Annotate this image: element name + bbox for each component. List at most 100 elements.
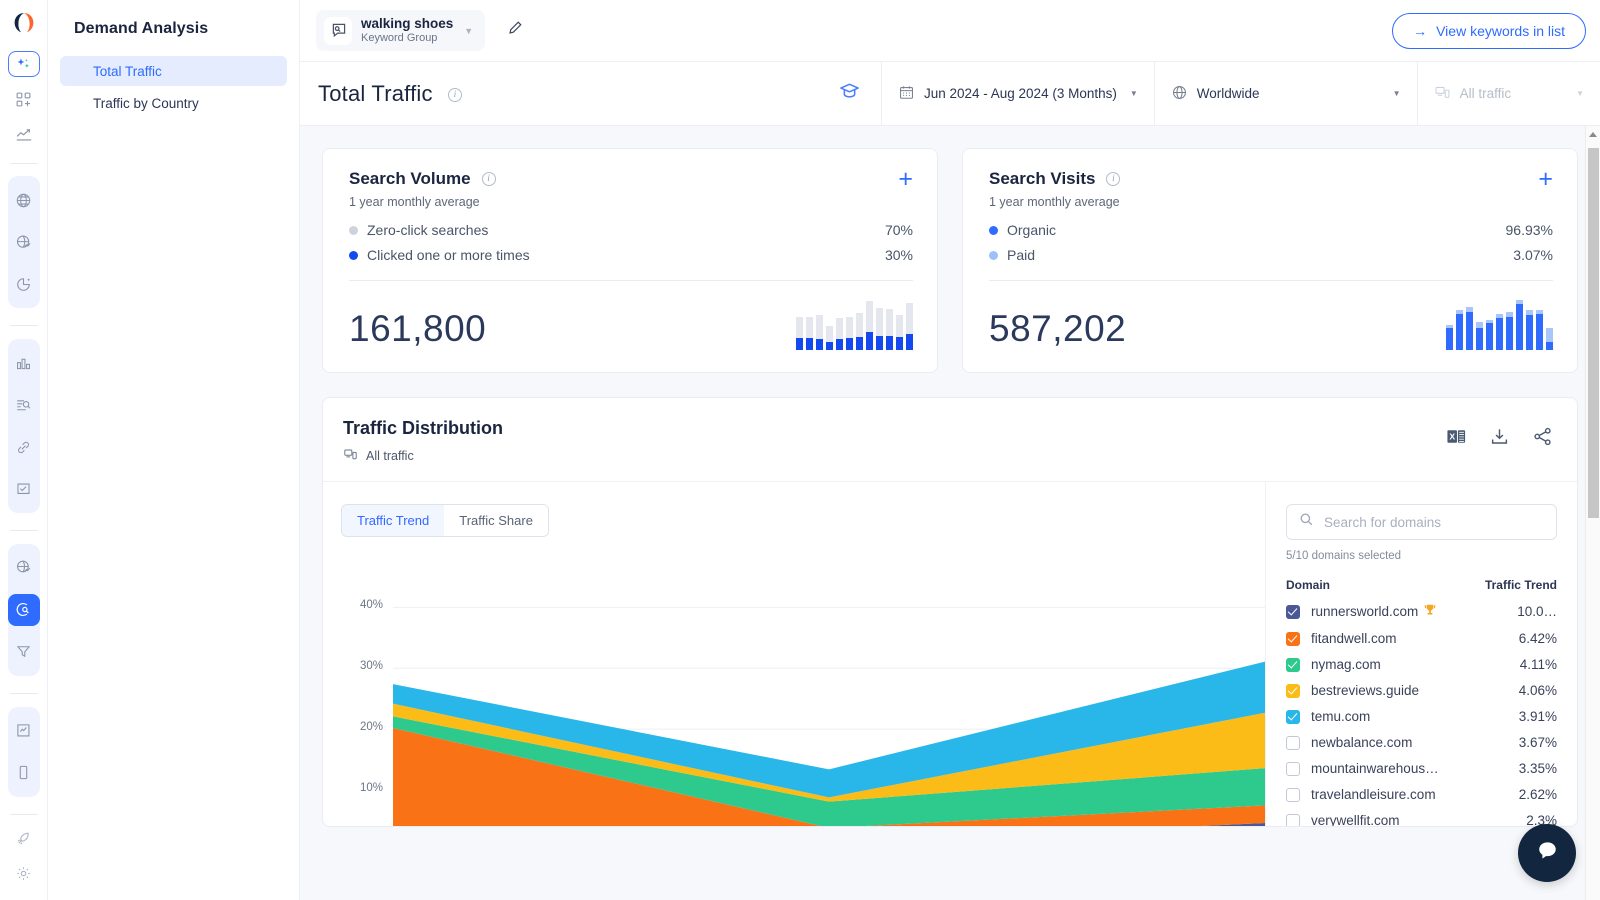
pie-chart-icon xyxy=(15,276,32,293)
chevron-down-icon: ▼ xyxy=(1130,89,1138,98)
page-scrollbar[interactable] xyxy=(1585,126,1600,900)
table-row[interactable]: temu.com3.91% xyxy=(1286,709,1557,724)
sidebar-item-traffic-journey[interactable] xyxy=(8,552,40,584)
card-divider xyxy=(989,280,1553,281)
sparkline-bar xyxy=(1506,312,1513,350)
table-row[interactable]: fitandwell.com6.42% xyxy=(1286,631,1557,646)
date-range-selector[interactable]: Jun 2024 - Aug 2024 (3 Months) ▼ xyxy=(881,62,1154,126)
location-selector[interactable]: Worldwide ▼ xyxy=(1154,62,1417,126)
card-title: Search Volume xyxy=(349,169,471,189)
globe-icon xyxy=(1171,84,1188,104)
sidebar-item-settings[interactable] xyxy=(8,861,40,886)
sidebar-item-market-explorer[interactable] xyxy=(8,268,40,300)
rail-divider xyxy=(10,530,38,531)
domain-checkbox[interactable] xyxy=(1286,658,1300,672)
tab-traffic-trend[interactable]: Traffic Trend xyxy=(342,505,444,536)
gear-icon xyxy=(15,865,32,882)
table-row[interactable]: verywellfit.com2.3% xyxy=(1286,813,1557,827)
sidebar-item-filters[interactable] xyxy=(8,636,40,668)
globe-icon xyxy=(15,192,32,209)
chart-tab-group: Traffic Trend Traffic Share xyxy=(341,504,549,537)
keyword-group-icon xyxy=(324,17,352,45)
table-row[interactable]: newbalance.com3.67% xyxy=(1286,735,1557,750)
scrollbar-thumb[interactable] xyxy=(1588,148,1599,518)
scroll-up-arrow[interactable] xyxy=(1589,132,1597,137)
search-volume-card: Search Volume i + 1 year monthly average… xyxy=(322,148,938,373)
domain-checkbox[interactable] xyxy=(1286,684,1300,698)
chevron-down-icon: ▼ xyxy=(1576,89,1584,98)
keyword-group-selector[interactable]: walking shoes Keyword Group ▼ xyxy=(316,10,485,51)
rail-divider xyxy=(10,814,38,815)
excel-icon[interactable]: X xyxy=(1446,426,1467,447)
sidebar-item-backlinks[interactable] xyxy=(8,431,40,463)
sidebar-item-organic-research[interactable] xyxy=(8,347,40,379)
sidebar-item-trends[interactable] xyxy=(8,122,40,147)
keyword-group-name: walking shoes xyxy=(361,16,453,32)
sidebar-item-reports[interactable] xyxy=(8,715,40,747)
learn-button[interactable] xyxy=(819,80,881,108)
area-chart-svg xyxy=(393,561,1265,827)
info-icon[interactable]: i xyxy=(482,172,496,186)
sidebar-item-traffic-analytics[interactable] xyxy=(8,226,40,258)
legend-label: Organic xyxy=(1007,222,1056,238)
sidebar-item-keyword-magic[interactable] xyxy=(8,594,40,626)
sidebar-item-total-traffic[interactable]: Total Traffic xyxy=(60,56,287,86)
sidebar-item-ai-assistant[interactable] xyxy=(8,51,40,77)
sidebar-item-domain-overview[interactable] xyxy=(8,184,40,216)
sparkline-bar xyxy=(796,317,803,350)
domain-name: runnersworld.com xyxy=(1311,604,1418,619)
domain-checkbox[interactable] xyxy=(1286,710,1300,724)
card-header: Search Volume i + xyxy=(349,169,913,189)
sidebar-item-position-tracking[interactable] xyxy=(8,473,40,505)
domain-checkbox[interactable] xyxy=(1286,632,1300,646)
sparkline-bar xyxy=(856,313,863,350)
table-row[interactable]: runnersworld.com10.0… xyxy=(1286,603,1557,620)
chat-widget-button[interactable] xyxy=(1518,824,1576,882)
sparkline-bar xyxy=(1496,314,1503,350)
sparkline-bar xyxy=(1466,307,1473,350)
device-selector[interactable]: All traffic ▼ xyxy=(1417,62,1600,126)
download-icon[interactable] xyxy=(1489,426,1510,447)
share-icon[interactable] xyxy=(1532,426,1553,447)
domain-checkbox[interactable] xyxy=(1286,762,1300,776)
domain-checkbox[interactable] xyxy=(1286,605,1300,619)
info-icon[interactable]: i xyxy=(1106,172,1120,186)
domain-checkbox[interactable] xyxy=(1286,736,1300,750)
sidebar-item-mobile[interactable] xyxy=(8,757,40,789)
domain-checkbox[interactable] xyxy=(1286,814,1300,828)
table-row[interactable]: travelandleisure.com2.62% xyxy=(1286,787,1557,802)
table-row[interactable]: bestreviews.guide4.06% xyxy=(1286,683,1557,698)
search-input[interactable] xyxy=(1324,515,1544,530)
panel-nav: Total Traffic Traffic by Country xyxy=(48,56,299,118)
sidebar-item-launch[interactable] xyxy=(8,825,40,850)
domain-search[interactable] xyxy=(1286,504,1557,540)
funnel-icon xyxy=(15,643,32,660)
location-label: Worldwide xyxy=(1197,86,1260,101)
sidebar-item-keyword-research[interactable] xyxy=(8,389,40,421)
info-icon[interactable]: i xyxy=(448,88,462,102)
tab-traffic-share[interactable]: Traffic Share xyxy=(444,505,548,536)
domains-selected-count: 5/10 domains selected xyxy=(1286,550,1557,562)
sidebar-item-apps[interactable] xyxy=(8,87,40,112)
add-metric-button[interactable]: + xyxy=(898,170,913,188)
card-header: Search Visits i + xyxy=(989,169,1553,189)
domain-traffic-value: 6.42% xyxy=(1519,631,1557,646)
card-subtitle: 1 year monthly average xyxy=(349,195,913,209)
sidebar-item-traffic-by-country[interactable]: Traffic by Country xyxy=(60,88,287,118)
view-keywords-in-list-button[interactable]: → View keywords in list xyxy=(1392,13,1586,49)
domain-checkbox[interactable] xyxy=(1286,788,1300,802)
distribution-actions: X xyxy=(1446,418,1553,447)
date-range-label: Jun 2024 - Aug 2024 (3 Months) xyxy=(924,86,1117,101)
sparkle-icon xyxy=(15,56,32,73)
keyword-search-icon xyxy=(15,601,32,618)
add-metric-button[interactable]: + xyxy=(1538,170,1553,188)
table-row[interactable]: mountainwarehous…3.35% xyxy=(1286,761,1557,776)
table-row[interactable]: nymag.com4.11% xyxy=(1286,657,1557,672)
mobile-icon xyxy=(15,764,32,781)
legend-label: Paid xyxy=(1007,247,1035,263)
domain-name: verywellfit.com xyxy=(1311,813,1400,827)
domain-side-panel: 5/10 domains selected Domain Traffic Tre… xyxy=(1265,482,1577,827)
arrow-right-icon: → xyxy=(1413,23,1427,39)
edit-button[interactable] xyxy=(501,17,529,45)
semrush-logo[interactable] xyxy=(9,10,39,38)
